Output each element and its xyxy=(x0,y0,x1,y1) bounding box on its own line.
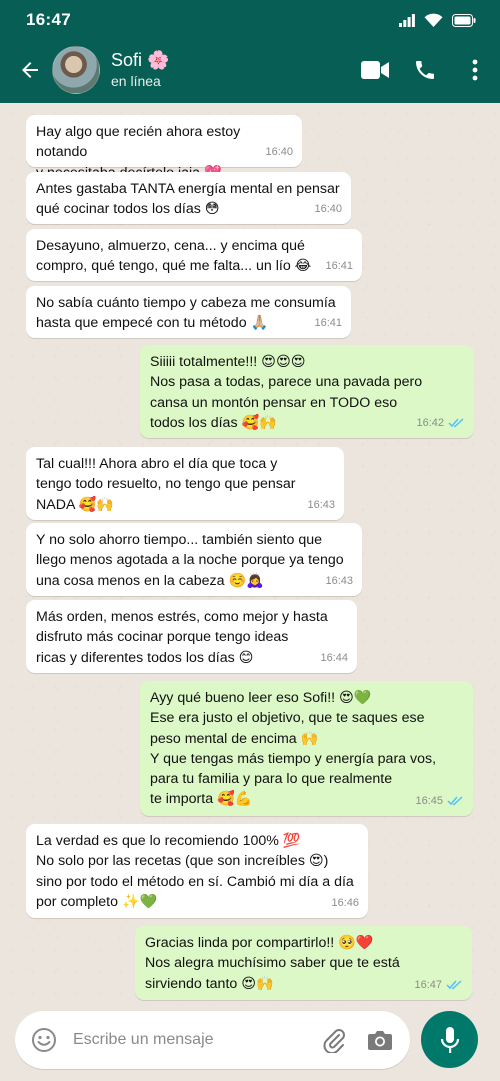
avatar[interactable] xyxy=(52,46,100,94)
contact-status: en línea xyxy=(111,73,161,89)
emoji-icon xyxy=(32,1028,56,1052)
message-list[interactable]: Hay algo que recién ahora estoy notando … xyxy=(0,103,500,1001)
emoji-button[interactable] xyxy=(15,1011,73,1069)
message-outgoing[interactable]: Gracias linda por compartirlo!! 🥺❤️ Nos … xyxy=(135,926,472,1000)
message-time: 16:45 xyxy=(415,794,443,807)
message-incoming[interactable]: Y no solo ahorro tiempo... también sient… xyxy=(26,523,362,596)
message-text: Antes gastaba TANTA energía mental en pe… xyxy=(36,181,340,218)
voice-record-button[interactable] xyxy=(421,1011,478,1068)
message-incoming[interactable]: Antes gastaba TANTA energía mental en pe… xyxy=(26,172,351,224)
message-text: No sabía cuánto tiempo y cabeza me consu… xyxy=(36,295,336,332)
message-incoming[interactable]: Tal cual!!! Ahora abro el día que toca y… xyxy=(26,447,344,520)
message-text: Más orden, menos estrés, como mejor y ha… xyxy=(36,609,328,666)
signal-icon xyxy=(399,13,415,27)
message-incoming[interactable]: Hay algo que recién ahora estoy notando … xyxy=(26,115,302,181)
contact-info[interactable]: Sofi 🌸 en línea xyxy=(111,49,169,91)
message-time: 16:41 xyxy=(314,316,342,329)
message-incoming[interactable]: La verdad es que lo recomiendo 100% 💯 No… xyxy=(26,824,368,918)
double-check-icon xyxy=(446,980,462,990)
message-time: 16:47 xyxy=(414,978,442,991)
back-button[interactable] xyxy=(8,48,52,92)
attach-button[interactable] xyxy=(312,1015,356,1065)
phone-icon xyxy=(416,61,434,79)
message-incoming[interactable]: Más orden, menos estrés, como mejor y ha… xyxy=(26,600,357,673)
contact-name: Sofi 🌸 xyxy=(111,50,170,70)
message-text: La verdad es que lo recomiendo 100% 💯 No… xyxy=(36,833,354,910)
status-time: 16:47 xyxy=(26,10,71,29)
video-call-icon xyxy=(361,61,389,79)
message-time: 16:43 xyxy=(307,498,335,511)
message-incoming[interactable]: No sabía cuánto tiempo y cabeza me consu… xyxy=(26,286,351,338)
message-time: 16:42 xyxy=(416,416,444,429)
message-input-container[interactable]: Escribe un mensaje xyxy=(15,1011,410,1069)
voice-call-button[interactable] xyxy=(400,46,450,94)
paperclip-icon xyxy=(323,1029,345,1053)
message-text: Tal cual!!! Ahora abro el día que toca y… xyxy=(36,456,296,513)
chat-header: 16:47 Sofi 🌸 en línea xyxy=(0,0,500,103)
wifi-icon xyxy=(424,13,443,27)
message-time: 16:43 xyxy=(325,574,353,587)
menu-button[interactable] xyxy=(450,46,500,94)
double-check-icon xyxy=(447,796,463,806)
video-call-button[interactable] xyxy=(350,46,400,94)
battery-icon xyxy=(452,13,476,27)
message-time: 16:40 xyxy=(314,202,342,215)
more-vert-icon xyxy=(472,59,478,81)
status-bar: 16:47 xyxy=(0,0,500,40)
message-outgoing[interactable]: Siiiii totalmente!!! 😍😍😍 Nos pasa a toda… xyxy=(140,345,474,438)
microphone-icon xyxy=(440,1026,459,1053)
message-outgoing[interactable]: Ayy qué bueno leer eso Sofi!! 😍💚 Ese era… xyxy=(140,681,473,816)
message-time: 16:40 xyxy=(265,145,293,158)
message-time: 16:44 xyxy=(320,651,348,664)
message-input[interactable]: Escribe un mensaje xyxy=(73,1031,312,1049)
double-check-icon xyxy=(448,418,464,428)
camera-button[interactable] xyxy=(356,1015,404,1065)
camera-icon xyxy=(368,1031,392,1050)
arrow-left-icon xyxy=(22,62,38,78)
message-time: 16:46 xyxy=(331,896,359,909)
message-incoming[interactable]: Desayuno, almuerzo, cena... y encima qué… xyxy=(26,229,362,281)
message-text: Desayuno, almuerzo, cena... y encima qué… xyxy=(36,238,312,275)
composer-bar: Escribe un mensaje xyxy=(0,1001,500,1081)
message-time: 16:41 xyxy=(325,259,353,272)
message-text: Y no solo ahorro tiempo... también sient… xyxy=(36,532,344,589)
